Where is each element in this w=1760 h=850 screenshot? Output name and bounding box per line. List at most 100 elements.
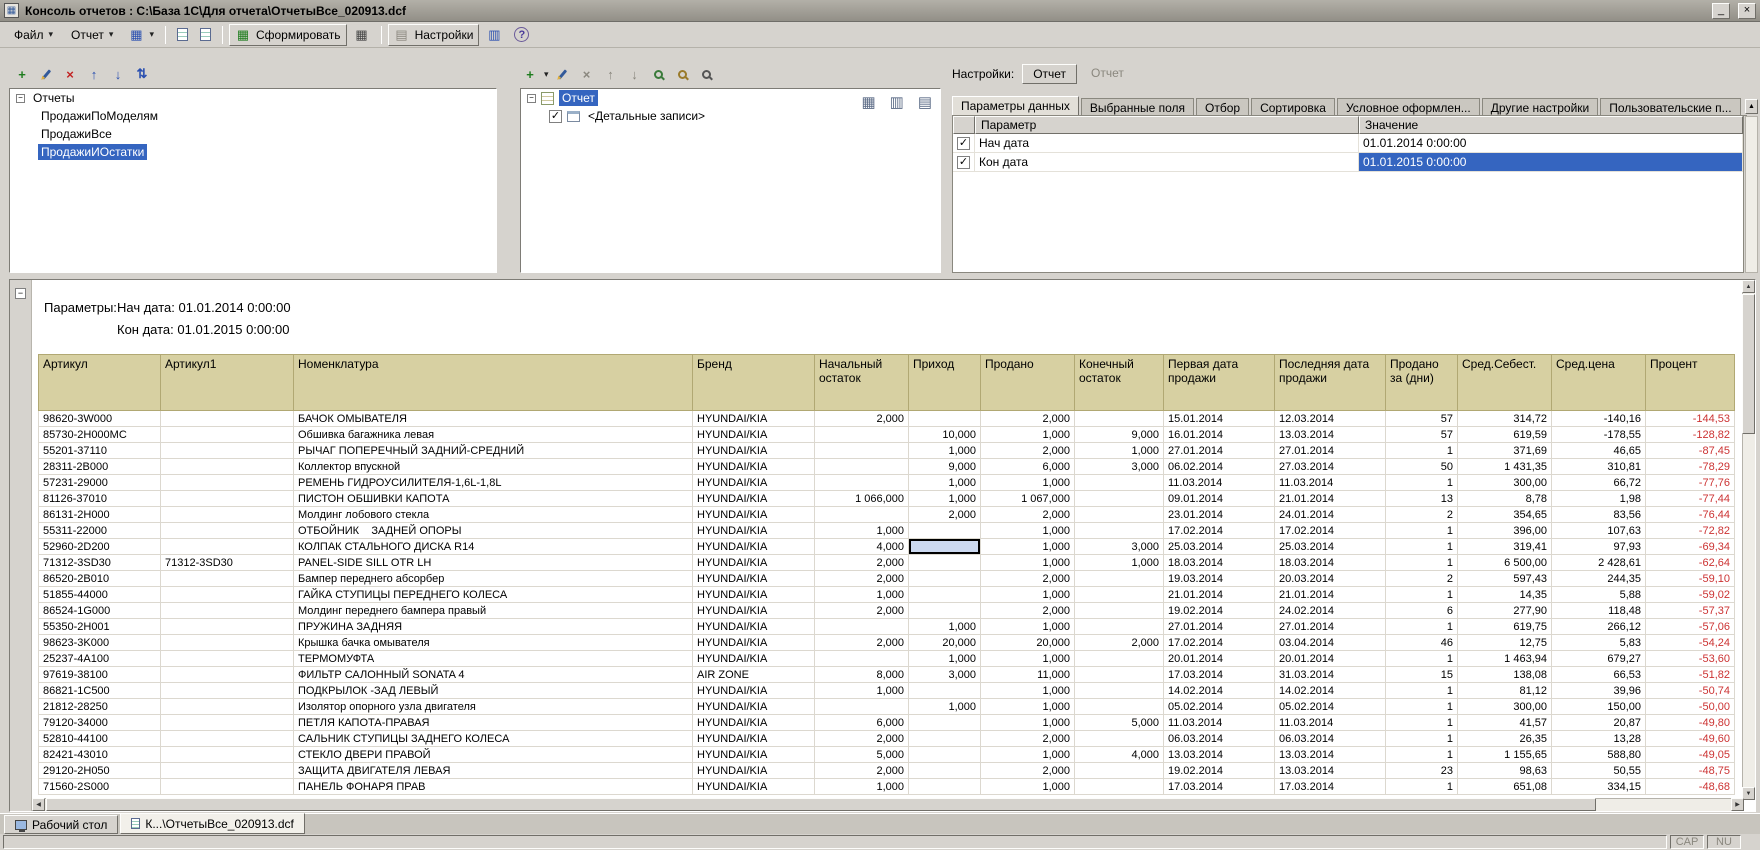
report-cell[interactable]: 52810-44100	[39, 731, 161, 747]
tab-desktop[interactable]: Рабочий стол	[4, 815, 118, 834]
report-cell[interactable]	[161, 667, 294, 683]
report-cell[interactable]: 1,000	[909, 619, 981, 635]
report-cell[interactable]: HYUNDAI/KIA	[693, 491, 815, 507]
report-cell[interactable]: 06.03.2014	[1164, 731, 1275, 747]
report-cell[interactable]: 1	[1386, 779, 1458, 795]
report-cell[interactable]: -178,55	[1552, 427, 1646, 443]
report-cell[interactable]: 314,72	[1458, 411, 1552, 427]
settings-report-tab[interactable]: Отчет	[1081, 64, 1134, 84]
report-column-header[interactable]: Артикул1	[161, 355, 294, 411]
report-cell[interactable]: 15	[1386, 667, 1458, 683]
report-cell[interactable]	[161, 635, 294, 651]
report-cell[interactable]: 11.03.2014	[1164, 715, 1275, 731]
report-column-header[interactable]: Продано	[981, 355, 1075, 411]
report-cell[interactable]	[815, 507, 909, 523]
report-cell[interactable]	[815, 619, 909, 635]
report-cell[interactable]: 27.01.2014	[1275, 443, 1386, 459]
report-cell[interactable]: 1	[1386, 475, 1458, 491]
find-settings-button[interactable]	[673, 64, 693, 84]
find-next-button[interactable]	[697, 64, 717, 84]
report-cell[interactable]: 107,63	[1552, 523, 1646, 539]
report-cell[interactable]: 21.01.2014	[1164, 587, 1275, 603]
open-table-button[interactable]: ▦	[349, 24, 375, 46]
report-cell[interactable]: 05.02.2014	[1275, 699, 1386, 715]
report-cell[interactable]: -48,75	[1646, 763, 1735, 779]
report-cell[interactable]: -54,24	[1646, 635, 1735, 651]
paste-report-button[interactable]	[195, 24, 216, 46]
menu-report[interactable]: Отчет ▾	[63, 25, 121, 45]
report-cell[interactable]: -77,76	[1646, 475, 1735, 491]
report-cell[interactable]: 1	[1386, 651, 1458, 667]
report-cell[interactable]: HYUNDAI/KIA	[693, 779, 815, 795]
report-cell[interactable]: 1,000	[981, 587, 1075, 603]
report-cell[interactable]	[161, 443, 294, 459]
report-cell[interactable]: 66,72	[1552, 475, 1646, 491]
settings-tab[interactable]: Сортировка	[1251, 98, 1335, 115]
report-cell[interactable]: 597,43	[1458, 571, 1552, 587]
report-cell[interactable]: 83,56	[1552, 507, 1646, 523]
report-cell[interactable]	[1075, 683, 1164, 699]
grid-corner-button[interactable]: ▲	[1745, 99, 1758, 114]
report-cell[interactable]	[1075, 475, 1164, 491]
report-cell[interactable]: 3,000	[1075, 539, 1164, 555]
report-cell[interactable]: 2,000	[815, 635, 909, 651]
report-cell[interactable]: HYUNDAI/KIA	[693, 699, 815, 715]
report-cell[interactable]	[909, 571, 981, 587]
report-cell[interactable]: 1,000	[909, 651, 981, 667]
report-cell[interactable]: ГАЙКА СТУПИЦЫ ПЕРЕДНЕГО КОЛЕСА	[294, 587, 693, 603]
report-cell[interactable]: 6 500,00	[1458, 555, 1552, 571]
close-button[interactable]: ×	[1738, 3, 1756, 19]
report-cell[interactable]	[909, 763, 981, 779]
report-column-header[interactable]: Первая дата продажи	[1164, 355, 1275, 411]
report-cell[interactable]: 19.03.2014	[1164, 571, 1275, 587]
report-cell[interactable]: 15.01.2014	[1164, 411, 1275, 427]
checkbox-checked-icon[interactable]: ✓	[957, 156, 970, 169]
vertical-scrollbar[interactable]: ▲ ▼	[1742, 280, 1755, 800]
report-cell[interactable]: 1 155,65	[1458, 747, 1552, 763]
report-cell[interactable]: -144,53	[1646, 411, 1735, 427]
move-up-button[interactable]: ↑	[84, 64, 104, 84]
report-cell[interactable]: 27.01.2014	[1275, 619, 1386, 635]
report-cell[interactable]: 1,000	[909, 443, 981, 459]
extra-tool-button[interactable]: ▥	[481, 24, 507, 46]
report-cell[interactable]: 1	[1386, 539, 1458, 555]
report-cell[interactable]: 310,81	[1552, 459, 1646, 475]
report-cell[interactable]	[815, 699, 909, 715]
report-cell[interactable]: 23.01.2014	[1164, 507, 1275, 523]
report-cell[interactable]	[909, 555, 981, 571]
report-cell[interactable]: БАЧОК ОМЫВАТЕЛЯ	[294, 411, 693, 427]
report-cell[interactable]: -78,29	[1646, 459, 1735, 475]
report-cell[interactable]: 86524-1G000	[39, 603, 161, 619]
report-cell[interactable]: 138,08	[1458, 667, 1552, 683]
report-cell[interactable]	[161, 779, 294, 795]
report-cell[interactable]: 2,000	[815, 571, 909, 587]
settings-report-tab[interactable]: Отчет	[1022, 64, 1077, 84]
report-cell[interactable]	[1075, 731, 1164, 747]
report-cell[interactable]: HYUNDAI/KIA	[693, 507, 815, 523]
report-cell[interactable]: 1,000	[981, 651, 1075, 667]
grouping-up-button[interactable]: ↑	[601, 64, 621, 84]
report-cell[interactable]: 2	[1386, 571, 1458, 587]
report-cell[interactable]	[161, 571, 294, 587]
report-cell[interactable]: HYUNDAI/KIA	[693, 651, 815, 667]
report-cell[interactable]: 06.03.2014	[1275, 731, 1386, 747]
report-cell[interactable]: 11.03.2014	[1275, 475, 1386, 491]
report-cell[interactable]: 9,000	[1075, 427, 1164, 443]
report-cell[interactable]: 12,75	[1458, 635, 1552, 651]
report-column-header[interactable]: Артикул	[39, 355, 161, 411]
report-tree-root[interactable]: − Отчеты	[10, 89, 496, 107]
report-cell[interactable]	[815, 459, 909, 475]
report-tree-item[interactable]: ПродажиПоМоделям	[10, 107, 496, 125]
report-cell[interactable]: 52960-2D200	[39, 539, 161, 555]
report-cell[interactable]: 14.02.2014	[1275, 683, 1386, 699]
report-cell[interactable]: -140,16	[1552, 411, 1646, 427]
report-column-header[interactable]: Сред.цена	[1552, 355, 1646, 411]
report-cell[interactable]: САЛЬНИК СТУПИЦЫ ЗАДНЕГО КОЛЕСА	[294, 731, 693, 747]
grouping-down-button[interactable]: ↓	[625, 64, 645, 84]
report-cell[interactable]	[161, 763, 294, 779]
report-cell[interactable]: HYUNDAI/KIA	[693, 683, 815, 699]
report-cell[interactable]: HYUNDAI/KIA	[693, 635, 815, 651]
report-cell[interactable]	[161, 699, 294, 715]
report-cell[interactable]: 51855-44000	[39, 587, 161, 603]
checkbox-checked-icon[interactable]: ✓	[957, 137, 970, 150]
